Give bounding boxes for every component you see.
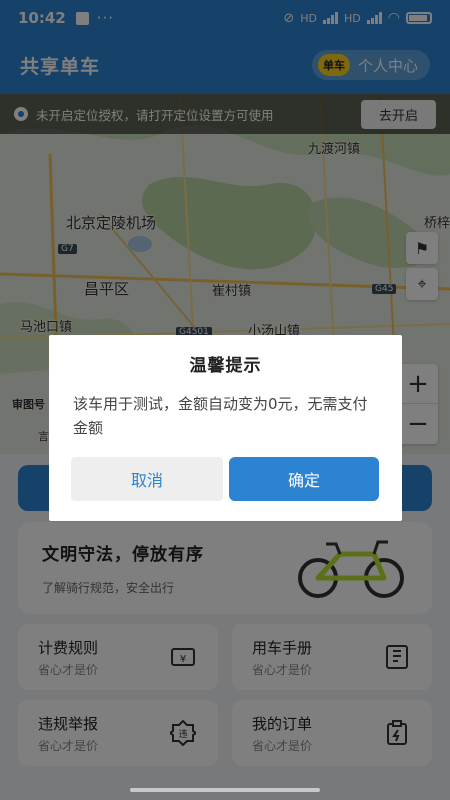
cancel-button[interactable]: 取消 xyxy=(71,457,223,501)
dialog-message: 该车用于测试，金额自动变为0元，无需支付金额 xyxy=(73,395,368,437)
confirm-button[interactable]: 确定 xyxy=(229,457,379,501)
notice-dialog: 温馨提示 该车用于测试，金额自动变为0元，无需支付金额 取消 确定 xyxy=(49,335,402,521)
dialog-title: 温馨提示 xyxy=(189,356,262,376)
dialog-buttons: 取消 确定 xyxy=(71,457,379,501)
gesture-bar[interactable] xyxy=(130,788,320,792)
